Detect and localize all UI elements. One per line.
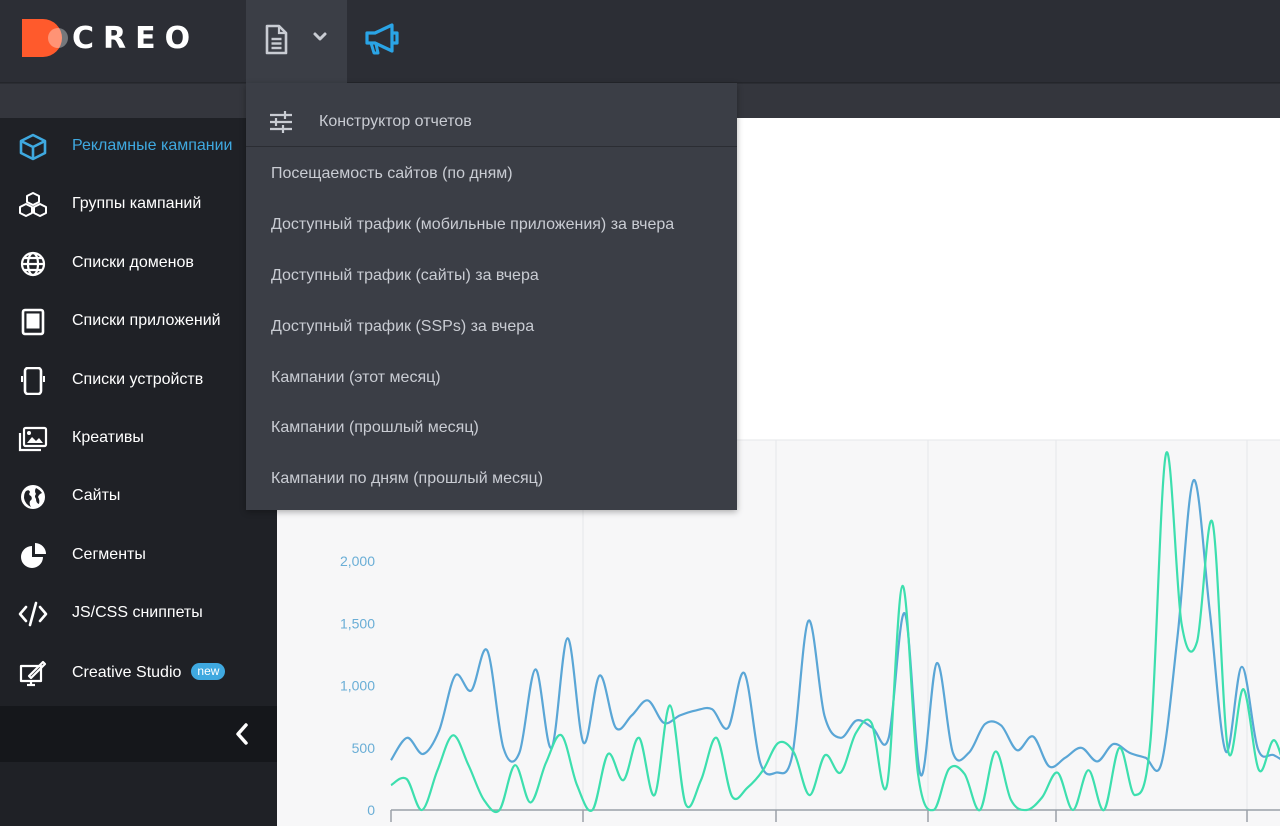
report-item-campaigns-this-month[interactable]: Кампании (этот месяц)	[271, 369, 441, 387]
sidebar-item-app-lists[interactable]: Списки приложений	[0, 293, 277, 351]
sidebar-item-campaigns[interactable]: Рекламные кампании	[0, 118, 277, 176]
sidebar-item-text: Creative Studio	[72, 664, 182, 681]
device-icon	[21, 367, 45, 395]
sidebar-item-label: JS/CSS сниппеты	[72, 604, 203, 621]
sidebar-item-device-lists[interactable]: Списки устройств	[0, 352, 277, 410]
report-item-campaigns-by-day[interactable]: Кампании по дням (прошлый месяц)	[271, 470, 543, 488]
sidebar-item-sites[interactable]: Сайты	[0, 468, 277, 526]
sidebar-item-domain-lists[interactable]: Списки доменов	[0, 235, 277, 293]
sidebar-item-label: Сайты	[72, 487, 121, 504]
report-builder-label: Конструктор отчетов	[319, 113, 472, 130]
y-tick-label: 500	[352, 740, 376, 756]
sidebar-item-label: Creative Studio new	[72, 663, 226, 682]
sidebar-item-segments[interactable]: Сегменты	[0, 527, 277, 585]
sidebar-item-label: Группы кампаний	[72, 195, 202, 212]
top-bar: CREO	[0, 0, 1280, 83]
new-badge: new	[191, 663, 226, 680]
sidebar-item-label: Рекламные кампании	[72, 137, 233, 154]
sidebar-item-creatives[interactable]: Креативы	[0, 410, 277, 468]
sidebar-item-campaign-groups[interactable]: Группы кампаний	[0, 176, 277, 234]
creo-logo[interactable]: CREO	[22, 19, 192, 59]
sidebar-collapse[interactable]	[0, 706, 277, 762]
globe-icon	[20, 251, 46, 277]
sidebar-item-snippets[interactable]: JS/CSS сниппеты	[0, 585, 277, 643]
sidebar-item-label: Списки устройств	[72, 371, 204, 388]
logo-mark	[22, 19, 68, 57]
sidebar-item-label: Креативы	[72, 429, 144, 446]
pie-chart-icon	[21, 543, 46, 568]
code-icon	[18, 601, 48, 627]
report-item-campaigns-last-month[interactable]: Кампании (прошлый месяц)	[271, 419, 479, 437]
y-tick-label: 1,000	[340, 678, 375, 694]
y-tick-label: 2,000	[340, 553, 375, 569]
report-item-mobile-traffic[interactable]: Доступный трафик (мобильные приложения) …	[271, 216, 674, 234]
sidebar-item-label: Списки доменов	[72, 254, 194, 271]
y-tick-label: 1,500	[340, 615, 375, 631]
document-icon	[265, 24, 288, 55]
earth-icon	[21, 485, 45, 509]
tablet-icon	[21, 308, 45, 336]
sliders-icon	[270, 111, 292, 133]
images-icon	[18, 426, 48, 452]
chevron-down-icon	[313, 32, 327, 41]
report-item-site-traffic[interactable]: Посещаемость сайтов (по дням)	[271, 165, 513, 183]
cubes-icon	[19, 192, 47, 217]
sidebar: Рекламные кампании Группы кампаний Списк…	[0, 118, 277, 826]
logo-text: CREO	[72, 21, 200, 56]
reports-button[interactable]	[246, 0, 347, 83]
megaphone-icon[interactable]	[362, 22, 402, 56]
sidebar-item-label: Сегменты	[72, 546, 146, 563]
sidebar-item-creative-studio[interactable]: Creative Studio new	[0, 644, 277, 702]
cube-icon	[19, 133, 47, 161]
report-builder-item[interactable]: Конструктор отчетов	[246, 83, 737, 147]
report-item-sites-traffic[interactable]: Доступный трафик (сайты) за вчера	[271, 267, 539, 285]
chevron-left-icon	[236, 723, 248, 745]
studio-icon	[19, 660, 47, 687]
y-tick-label: 0	[367, 802, 375, 818]
report-item-ssps-traffic[interactable]: Доступный трафик (SSPs) за вчера	[271, 318, 534, 336]
sidebar-item-label: Списки приложений	[72, 312, 221, 329]
reports-dropdown: Конструктор отчетов Посещаемость сайтов …	[246, 83, 737, 510]
